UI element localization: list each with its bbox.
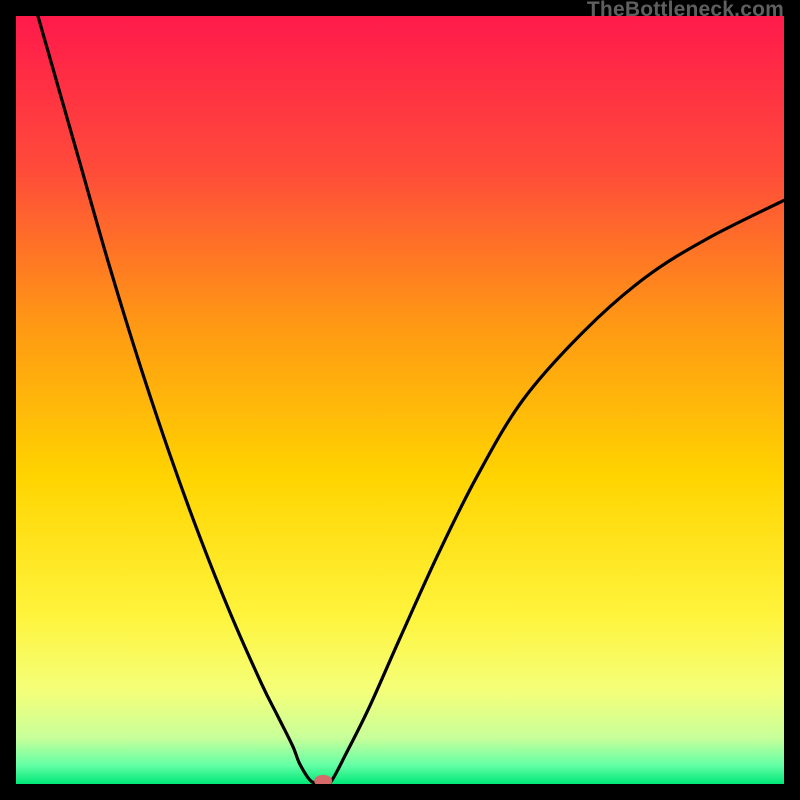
bottleneck-chart xyxy=(16,16,784,784)
chart-background xyxy=(16,16,784,784)
chart-frame xyxy=(16,16,784,784)
watermark-text: TheBottleneck.com xyxy=(587,0,784,22)
